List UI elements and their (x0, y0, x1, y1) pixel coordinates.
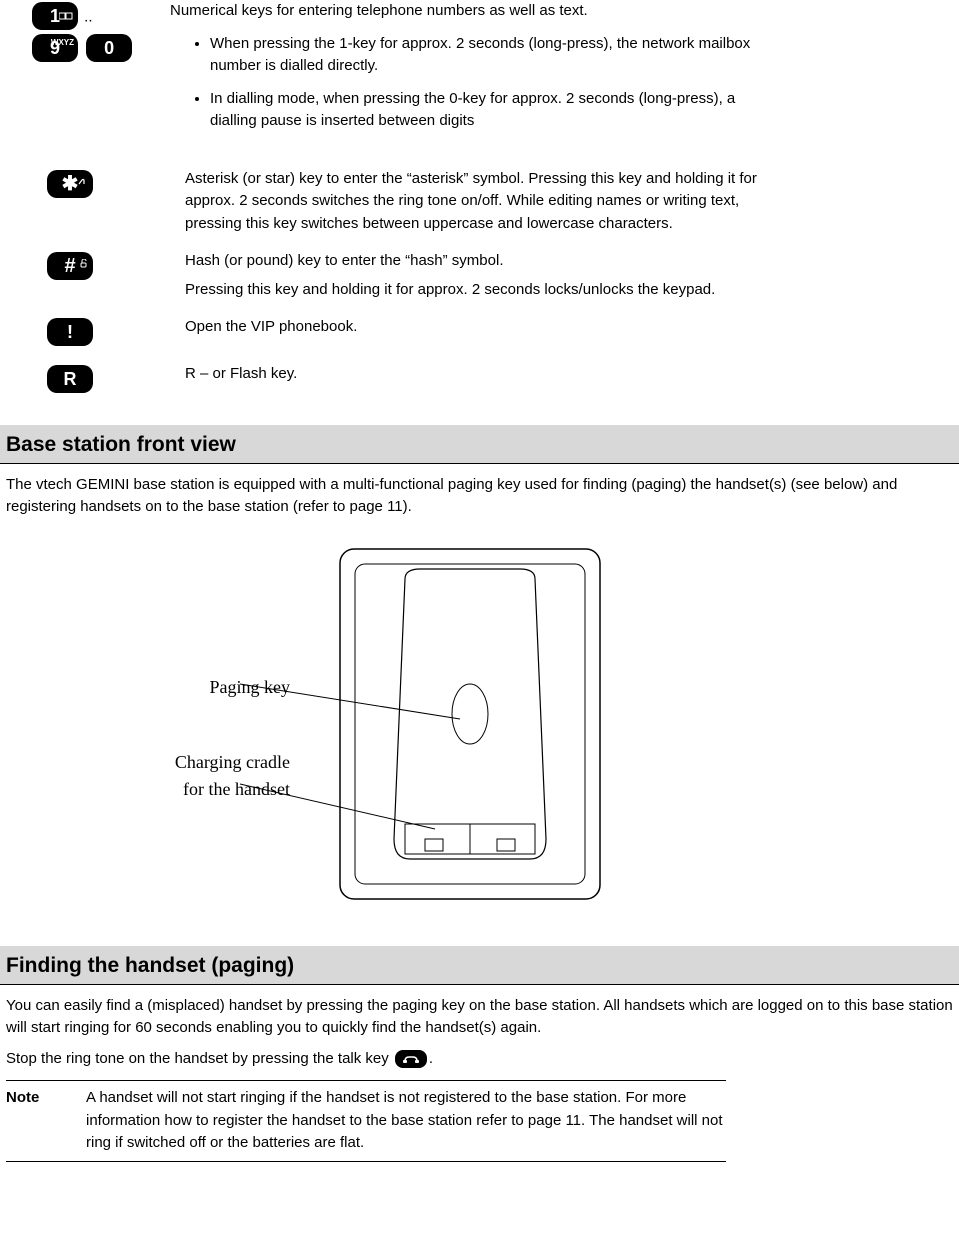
base-station-diagram: Paging key Charging cradle for the hands… (0, 539, 959, 917)
key-row-star: ✱ Asterisk (or star) key to enter the “a… (0, 168, 959, 236)
text-column: Hash (or pound) key to enter the “hash” … (185, 250, 959, 301)
note-text: A handset will not start ringing if the … (86, 1087, 726, 1155)
hash-text-1: Hash (or pound) key to enter the “hash” … (185, 250, 759, 273)
base-station-svg (230, 539, 730, 909)
r-key-icon: R (47, 365, 93, 393)
icon-column: R (0, 363, 185, 395)
bullet-item: In dialling mode, when pressing the 0-ke… (210, 88, 759, 133)
base-paragraph: The vtech GEMINI base station is equippe… (6, 474, 953, 519)
paging-para-2: Stop the ring tone on the handset by pre… (6, 1048, 953, 1071)
talk-key-icon (395, 1050, 427, 1068)
text-column: Asterisk (or star) key to enter the “ast… (185, 168, 959, 236)
key-0-icon: 0 (86, 34, 132, 62)
diagram-label-cradle: Charging cradle for the handset (100, 749, 290, 803)
numeric-intro: Numerical keys for entering telephone nu… (170, 0, 759, 23)
heading-base-station: Base station front view (0, 425, 959, 464)
vip-text: Open the VIP phonebook. (185, 316, 759, 339)
hash-key-icon: # (47, 252, 93, 280)
icon-column: ! (0, 316, 185, 348)
hash-text-2: Pressing this key and holding it for app… (185, 279, 759, 302)
icon-column: # (0, 250, 185, 282)
star-text: Asterisk (or star) key to enter the “ast… (185, 168, 759, 236)
key-row-vip: ! Open the VIP phonebook. (0, 316, 959, 348)
heading-paging: Finding the handset (paging) (0, 946, 959, 985)
r-text: R – or Flash key. (185, 363, 759, 386)
diagram-label-paging: Paging key (100, 674, 290, 701)
text-column: Numerical keys for entering telephone nu… (170, 0, 959, 143)
note-label: Note (6, 1087, 86, 1155)
text-column: Open the VIP phonebook. (185, 316, 959, 339)
key-row-hash: # Hash (or pound) key to enter the “hash… (0, 250, 959, 301)
star-key-icon: ✱ (47, 170, 93, 198)
numeric-bullets: When pressing the 1-key for approx. 2 se… (170, 33, 759, 133)
icon-column: 1 .. 9 WXYZ 0 (0, 0, 170, 64)
paging-para-1: You can easily find a (misplaced) handse… (6, 995, 953, 1040)
key-row-numeric: 1 .. 9 WXYZ 0 Numerical keys for enterin… (0, 0, 959, 143)
key-9-icon: 9 WXYZ (32, 34, 78, 62)
exclamation-key-icon: ! (47, 318, 93, 346)
icon-column: ✱ (0, 168, 185, 200)
key-1-icon: 1 (32, 2, 78, 30)
bullet-item: When pressing the 1-key for approx. 2 se… (210, 33, 759, 78)
text-column: R – or Flash key. (185, 363, 959, 386)
note-box: Note A handset will not start ringing if… (6, 1080, 726, 1162)
key-row-r: R R – or Flash key. (0, 363, 959, 395)
